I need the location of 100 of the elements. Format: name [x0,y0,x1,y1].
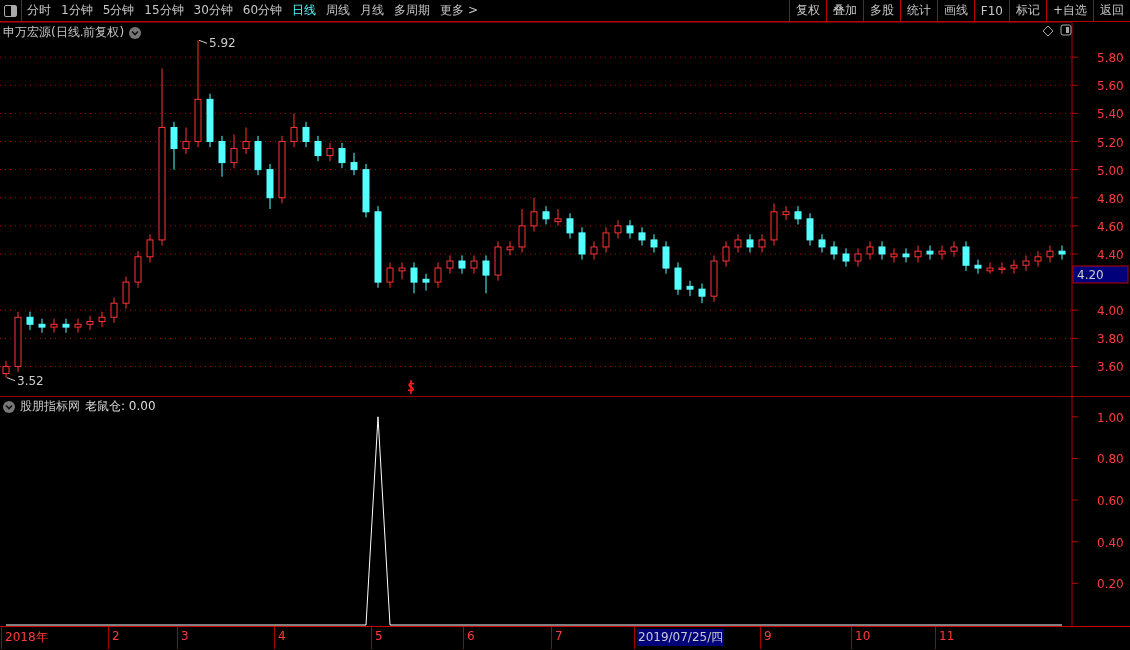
candlestick [470,254,478,275]
date-label: 11 [938,629,956,643]
axis-label: 0.60 [1097,494,1124,509]
axis-label: 4.80 [1097,191,1124,206]
period-tab[interactable]: 日线 [287,0,322,21]
candlestick [50,318,58,334]
candlestick [638,226,646,247]
candlestick [38,318,46,334]
axis-label: 0.80 [1097,452,1124,467]
candlestick [278,135,286,204]
candlestick [62,318,70,334]
candlestick [782,205,790,221]
date-label: 2018年 [4,629,49,646]
candlestick [122,276,130,310]
toolbar-button[interactable]: +自选 [1045,0,1093,21]
toolbar-button[interactable]: 叠加 [825,0,863,21]
candlestick [758,233,766,254]
candlestick [506,240,514,256]
dropdown-icon[interactable] [129,26,142,39]
candlestick [890,247,898,263]
diamond-icon[interactable] [1042,25,1054,37]
candlestick [734,233,742,254]
panel-toggle-icon[interactable] [1060,24,1072,36]
candlestick [182,126,190,155]
period-tab[interactable]: 5分钟 [97,0,140,21]
chart-title: 申万宏源(日线.前复权) [3,24,125,41]
period-tab[interactable]: 多周期 [389,0,436,21]
date-label: 3 [180,629,190,643]
candlestick [830,240,838,261]
candlestick [998,261,1006,275]
signal-marker-icon [407,379,415,395]
axis-label: 0.40 [1097,535,1124,550]
candlestick [626,219,634,240]
dropdown-icon[interactable] [3,400,15,413]
toolbar-button[interactable]: 标记 [1008,0,1046,21]
candlestick [602,226,610,254]
period-tab[interactable]: 月线 [355,0,390,21]
candlestick [578,226,586,261]
candlestick [554,208,562,227]
candlestick [446,254,454,275]
candlestick [398,261,406,280]
axis-label: 4.60 [1097,219,1124,234]
candlestick [866,240,874,261]
candlestick [494,240,502,282]
period-tab[interactable]: 更多 > [435,0,483,21]
date-label: 6 [466,629,476,643]
axis-label: 5.00 [1097,163,1124,178]
period-tab[interactable]: 60分钟 [237,0,288,21]
candlestick [686,280,694,297]
toolbar-button[interactable]: 返回 [1093,0,1130,21]
annotation: 5.92 [209,36,236,51]
candlestick [266,163,274,210]
indicator-reading: 老鼠仓: 0.00 [85,398,156,415]
date-label: 9 [763,629,773,643]
candlestick [854,247,862,268]
candlestick [662,240,670,275]
candlestick [794,205,802,225]
candlestick [350,152,358,176]
toolbar-button[interactable]: 画线 [936,0,974,21]
candlestick [818,233,826,254]
candlestick [482,254,490,294]
candlestick [518,208,526,254]
candlestick [74,318,82,334]
period-tab[interactable]: 1分钟 [56,0,98,21]
period-tab[interactable]: 分时 [22,0,56,21]
candlestick [902,247,910,263]
axis-label: 3.80 [1097,332,1124,347]
period-tab[interactable]: 30分钟 [188,0,238,21]
axis-label: 4.40 [1097,248,1124,262]
candlestick [770,202,778,247]
candlestick [650,233,658,254]
candlestick [1058,245,1066,261]
candlestick [674,261,682,296]
candlestick [26,311,34,331]
candlestick [926,245,934,261]
candlestick [314,135,322,162]
candlestick [530,197,538,232]
candlestick [134,250,142,289]
cursor-date-label: 2019/07/25/四 [637,629,725,646]
candlestick [1010,259,1018,275]
period-tab[interactable]: 周线 [321,0,356,21]
axis-label: 1.00 [1097,410,1124,425]
date-label: 4 [277,629,287,643]
candlestick [458,254,466,275]
indicator-title: 股朋指标网 [20,398,80,415]
period-tab[interactable]: 15分钟 [139,0,189,21]
toolbar-button[interactable]: 统计 [899,0,937,21]
axis-label: 0.20 [1097,577,1124,592]
date-label: 7 [554,629,564,643]
candlestick [842,247,850,268]
candlestick [302,121,310,148]
candlestick [110,297,118,324]
toolbar-button[interactable]: F10 [973,0,1009,21]
candlestick [974,259,982,275]
candlestick [362,163,370,218]
toolbar-button[interactable]: 多股 [862,0,900,21]
toolbar-button[interactable]: 复权 [788,0,826,21]
date-label: 10 [854,629,872,643]
candlestick [290,112,298,148]
candlestick [1022,254,1030,272]
